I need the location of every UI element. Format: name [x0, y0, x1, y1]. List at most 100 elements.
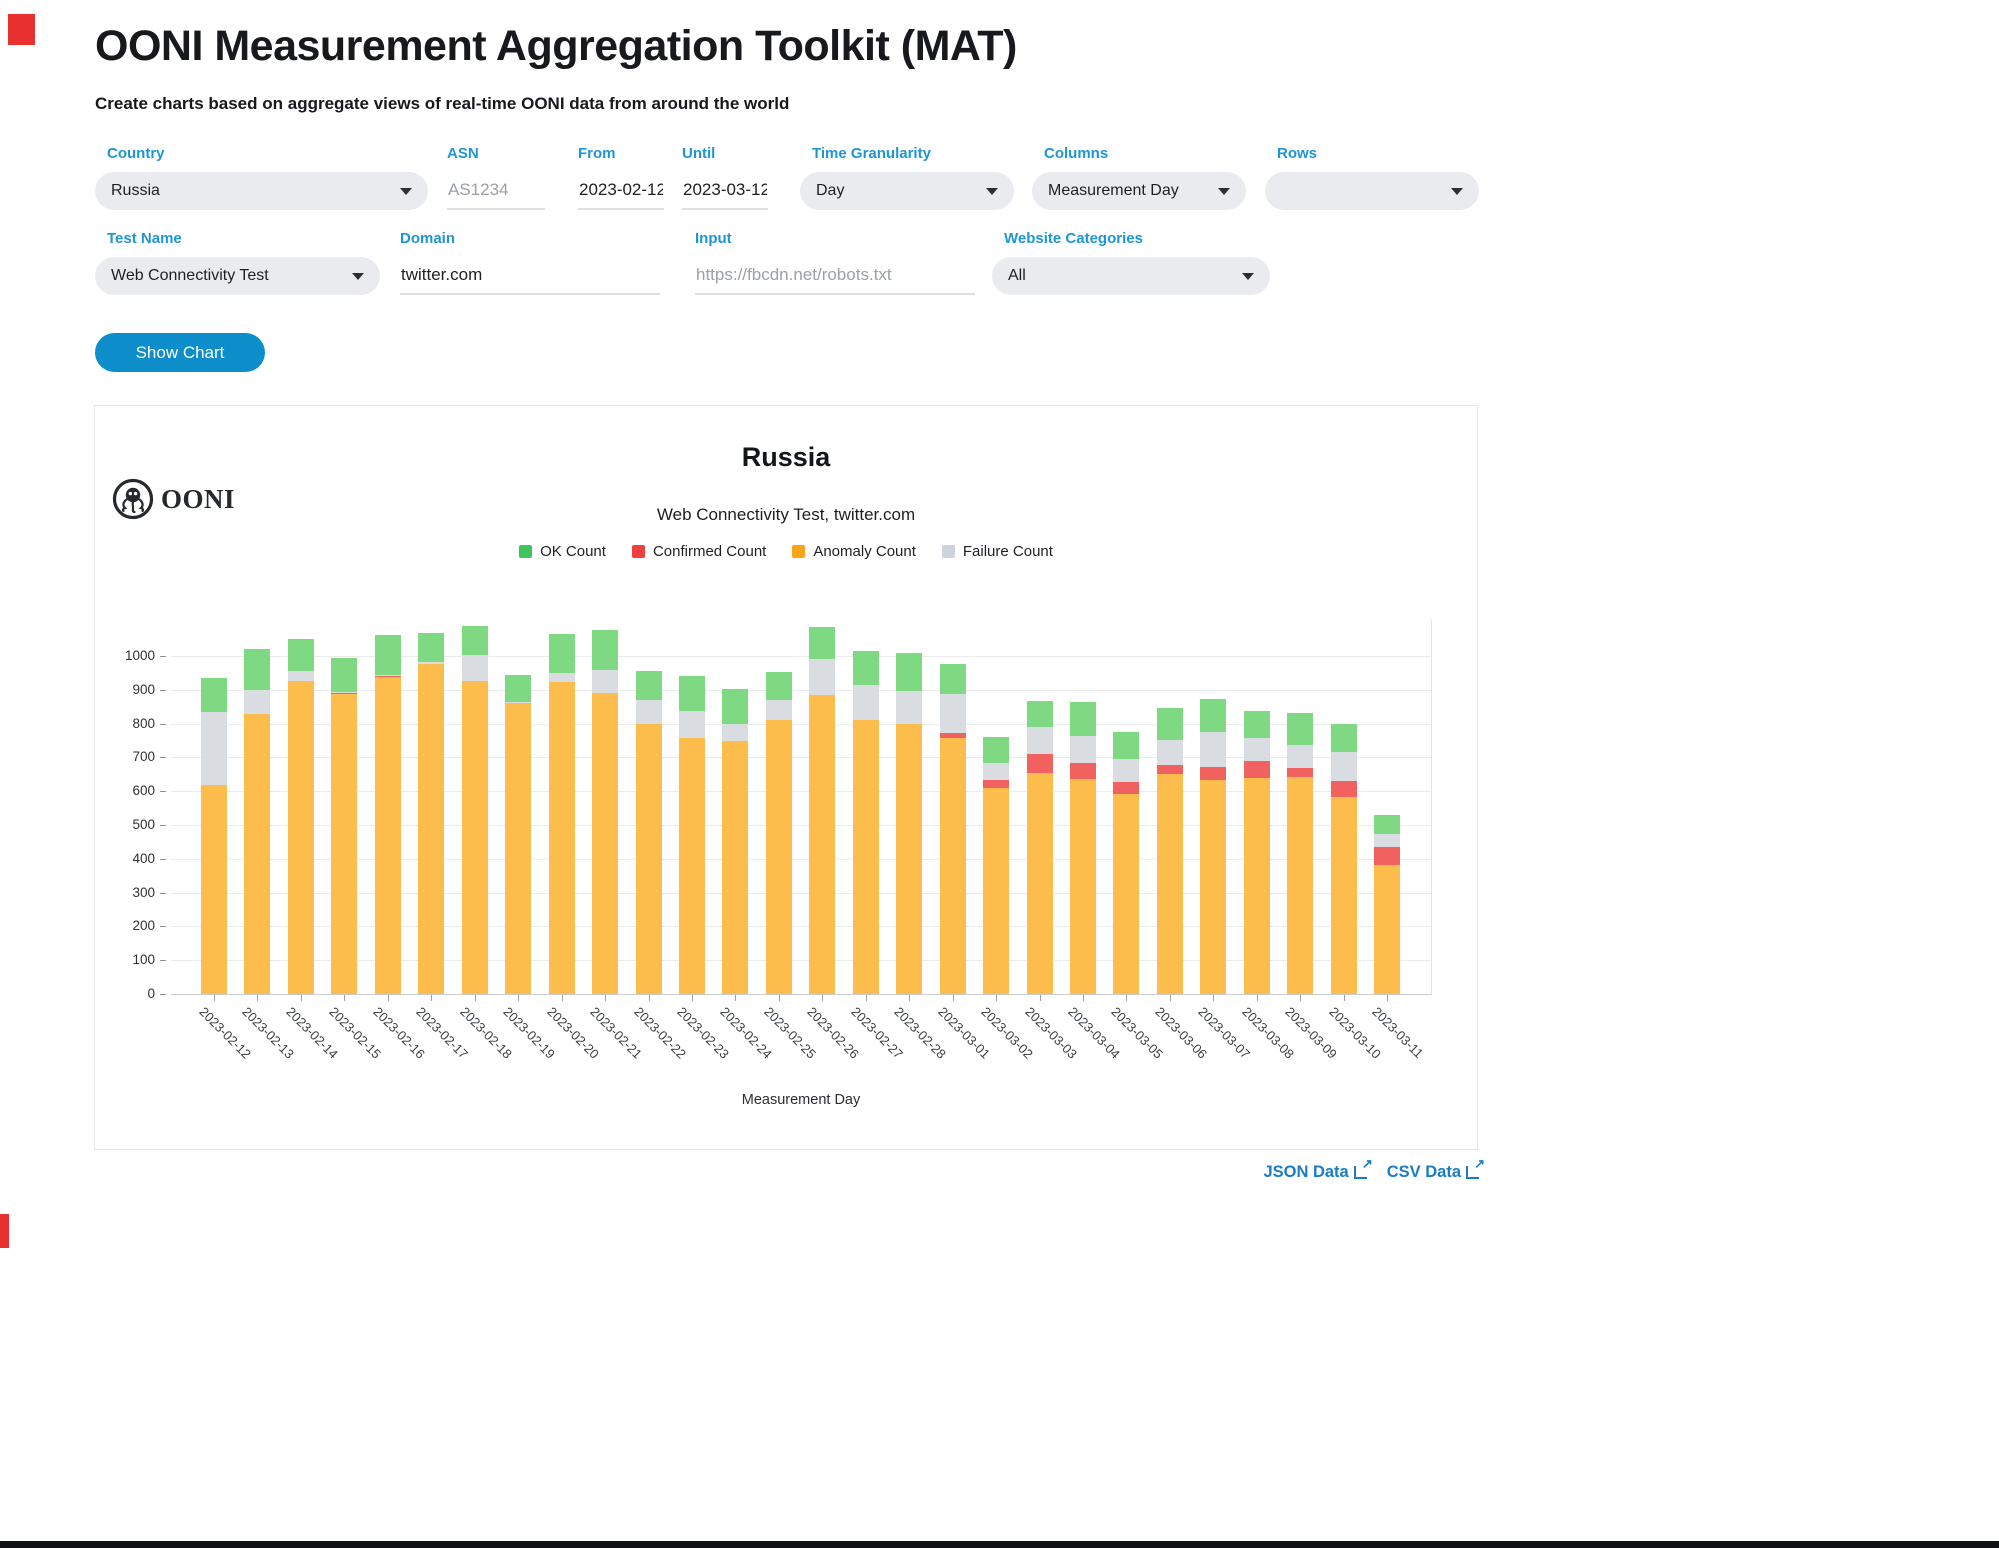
bar-segment-confirmed-count[interactable] — [1157, 765, 1183, 774]
bar-segment-ok-count[interactable] — [592, 630, 618, 671]
bar-segment-confirmed-count[interactable] — [1374, 847, 1400, 865]
bar-segment-failure-count[interactable] — [1200, 732, 1226, 767]
bar-segment-anomaly-count[interactable] — [201, 785, 227, 994]
bar-segment-failure-count[interactable] — [1374, 834, 1400, 847]
bar-segment-ok-count[interactable] — [1244, 711, 1270, 739]
bar-segment-failure-count[interactable] — [375, 675, 401, 676]
bar-segment-failure-count[interactable] — [809, 659, 835, 695]
bar-segment-ok-count[interactable] — [853, 651, 879, 685]
bar-segment-ok-count[interactable] — [1070, 702, 1096, 736]
show-chart-button[interactable]: Show Chart — [95, 333, 265, 372]
bar-segment-ok-count[interactable] — [418, 633, 444, 662]
bar-segment-ok-count[interactable] — [896, 653, 922, 691]
bar-segment-ok-count[interactable] — [549, 634, 575, 673]
bar-segment-ok-count[interactable] — [809, 627, 835, 659]
bar-segment-ok-count[interactable] — [636, 671, 662, 700]
bar-segment-anomaly-count[interactable] — [853, 720, 879, 994]
bar-segment-failure-count[interactable] — [1244, 738, 1270, 761]
bar-segment-anomaly-count[interactable] — [592, 693, 618, 994]
bar-segment-ok-count[interactable] — [1331, 724, 1357, 752]
bar-segment-ok-count[interactable] — [1287, 713, 1313, 745]
bar-segment-anomaly-count[interactable] — [1070, 779, 1096, 994]
bar-segment-confirmed-count[interactable] — [1027, 754, 1053, 773]
csv-data-link[interactable]: CSV Data — [1387, 1163, 1479, 1182]
bar-segment-anomaly-count[interactable] — [1374, 865, 1400, 994]
bar-segment-failure-count[interactable] — [853, 685, 879, 719]
bar-segment-failure-count[interactable] — [331, 692, 357, 693]
bar-segment-anomaly-count[interactable] — [679, 738, 705, 994]
bar-segment-failure-count[interactable] — [201, 712, 227, 785]
bar-segment-confirmed-count[interactable] — [1113, 782, 1139, 794]
bar-segment-ok-count[interactable] — [1200, 699, 1226, 732]
bar-segment-anomaly-count[interactable] — [940, 738, 966, 994]
test-name-select[interactable]: Web Connectivity Test — [95, 257, 380, 295]
bar-segment-failure-count[interactable] — [462, 655, 488, 681]
bar-segment-anomaly-count[interactable] — [896, 724, 922, 994]
bar-segment-confirmed-count[interactable] — [1287, 768, 1313, 777]
bar-segment-ok-count[interactable] — [375, 635, 401, 675]
bar-segment-anomaly-count[interactable] — [462, 681, 488, 994]
bar-segment-anomaly-count[interactable] — [549, 682, 575, 994]
bar-segment-anomaly-count[interactable] — [1157, 774, 1183, 994]
bar-segment-ok-count[interactable] — [331, 658, 357, 692]
bar-segment-ok-count[interactable] — [288, 639, 314, 671]
bar-segment-failure-count[interactable] — [288, 671, 314, 681]
bar-segment-anomaly-count[interactable] — [418, 664, 444, 994]
bar-segment-confirmed-count[interactable] — [940, 733, 966, 738]
website-categories-select[interactable]: All — [992, 257, 1270, 295]
bar-segment-failure-count[interactable] — [592, 670, 618, 693]
bar-segment-anomaly-count[interactable] — [505, 703, 531, 994]
bar-segment-anomaly-count[interactable] — [983, 788, 1009, 994]
input-url-input[interactable] — [695, 257, 975, 295]
bar-segment-failure-count[interactable] — [1157, 740, 1183, 765]
bar-segment-anomaly-count[interactable] — [288, 681, 314, 994]
bar-segment-anomaly-count[interactable] — [1287, 777, 1313, 994]
asn-input[interactable] — [447, 172, 545, 210]
bar-segment-failure-count[interactable] — [505, 702, 531, 703]
bar-segment-failure-count[interactable] — [1070, 736, 1096, 763]
json-data-link[interactable]: JSON Data — [1263, 1163, 1366, 1182]
bar-segment-ok-count[interactable] — [983, 737, 1009, 763]
bar-segment-anomaly-count[interactable] — [766, 720, 792, 994]
bar-segment-failure-count[interactable] — [896, 691, 922, 724]
bar-segment-anomaly-count[interactable] — [722, 741, 748, 994]
bar-segment-ok-count[interactable] — [1113, 732, 1139, 759]
bar-segment-failure-count[interactable] — [1113, 759, 1139, 782]
country-select[interactable]: Russia — [95, 172, 428, 210]
bar-segment-ok-count[interactable] — [722, 689, 748, 723]
bar-segment-confirmed-count[interactable] — [1244, 761, 1270, 778]
from-date-input[interactable] — [578, 172, 664, 210]
bar-segment-confirmed-count[interactable] — [1331, 781, 1357, 797]
bar-segment-failure-count[interactable] — [766, 700, 792, 720]
bar-segment-ok-count[interactable] — [1157, 708, 1183, 740]
bar-segment-failure-count[interactable] — [722, 724, 748, 742]
bar-segment-anomaly-count[interactable] — [1113, 794, 1139, 994]
rows-select[interactable] — [1265, 172, 1479, 210]
until-date-input[interactable] — [682, 172, 768, 210]
bar-segment-ok-count[interactable] — [1027, 701, 1053, 727]
bar-segment-failure-count[interactable] — [940, 694, 966, 733]
bar-segment-confirmed-count[interactable] — [375, 676, 401, 677]
bar-segment-failure-count[interactable] — [1027, 727, 1053, 754]
columns-select[interactable]: Measurement Day — [1032, 172, 1246, 210]
bar-segment-failure-count[interactable] — [244, 690, 270, 714]
bar-segment-failure-count[interactable] — [549, 673, 575, 682]
domain-input[interactable] — [400, 257, 660, 295]
bar-segment-ok-count[interactable] — [940, 664, 966, 693]
bar-segment-ok-count[interactable] — [244, 649, 270, 690]
bar-segment-confirmed-count[interactable] — [1070, 763, 1096, 779]
bar-segment-anomaly-count[interactable] — [636, 724, 662, 994]
bar-segment-ok-count[interactable] — [1374, 815, 1400, 835]
bar-segment-anomaly-count[interactable] — [1027, 773, 1053, 994]
bar-segment-anomaly-count[interactable] — [331, 694, 357, 994]
bar-segment-confirmed-count[interactable] — [1200, 767, 1226, 780]
bar-segment-confirmed-count[interactable] — [331, 693, 357, 694]
bar-segment-failure-count[interactable] — [418, 662, 444, 664]
bar-segment-failure-count[interactable] — [1287, 745, 1313, 768]
bar-segment-ok-count[interactable] — [679, 676, 705, 711]
bar-segment-anomaly-count[interactable] — [1200, 780, 1226, 994]
bar-segment-anomaly-count[interactable] — [244, 714, 270, 994]
time-granularity-select[interactable]: Day — [800, 172, 1014, 210]
bar-segment-ok-count[interactable] — [766, 672, 792, 699]
bar-segment-failure-count[interactable] — [1331, 752, 1357, 781]
